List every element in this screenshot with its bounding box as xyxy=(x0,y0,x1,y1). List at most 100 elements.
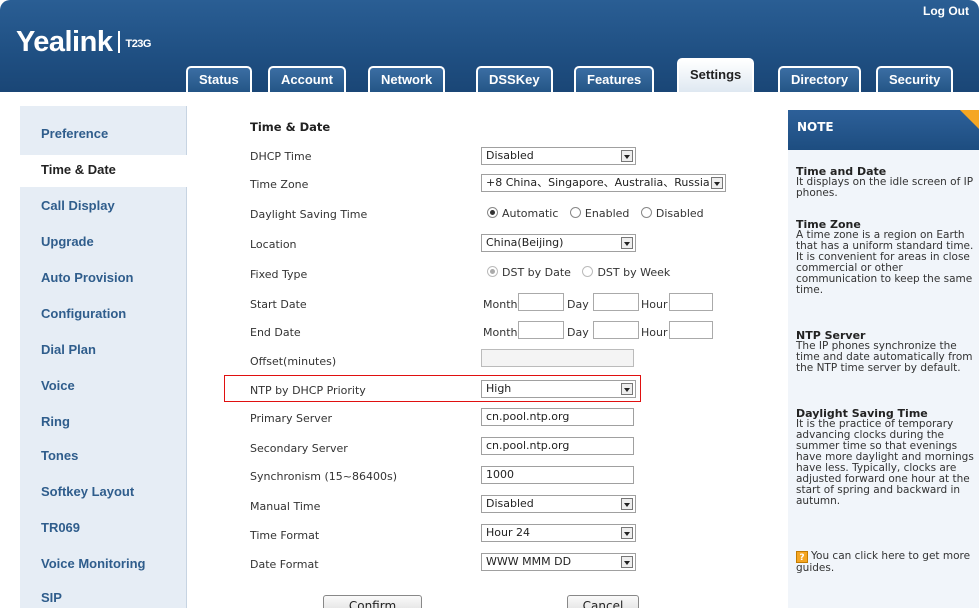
dst-enabled-radio[interactable] xyxy=(569,207,581,218)
start-month-input[interactable] xyxy=(518,293,564,311)
label-ntp-priority: NTP by DHCP Priority xyxy=(250,384,366,397)
note-text-ntp-server: The IP phones synchronize the time and d… xyxy=(796,340,973,374)
sidebar-item-softkey-layout[interactable]: Softkey Layout xyxy=(41,484,134,499)
label-time-zone: Time Zone xyxy=(250,178,309,191)
tab-features[interactable]: Features xyxy=(574,66,655,92)
dhcp-time-value: Disabled xyxy=(486,149,534,162)
dst-enabled-label: Enabled xyxy=(584,207,630,220)
sidebar-item-call-display[interactable]: Call Display xyxy=(41,198,115,213)
note-guide-link[interactable]: ? You can click here to get more guides. xyxy=(796,551,976,574)
manual-time-select[interactable]: Disabled xyxy=(481,495,636,513)
tab-settings[interactable]: Settings xyxy=(677,58,755,92)
dropdown-arrow-icon xyxy=(621,150,633,162)
note-text-time-zone: A time zone is a region on Earth that ha… xyxy=(796,229,974,296)
ntp-priority-select[interactable]: High xyxy=(481,380,636,398)
sidebar-item-voice[interactable]: Voice xyxy=(41,378,75,393)
label-location: Location xyxy=(250,238,297,251)
logout-link[interactable]: Log Out xyxy=(923,4,969,18)
start-hour-label: Hour xyxy=(641,298,668,311)
secondary-server-input[interactable]: cn.pool.ntp.org xyxy=(481,437,634,455)
sidebar-item-preference[interactable]: Preference xyxy=(41,126,108,141)
yealink-logo: Yealink T23G xyxy=(16,26,151,59)
ntp-priority-value: High xyxy=(486,382,512,395)
primary-server-input[interactable]: cn.pool.ntp.org xyxy=(481,408,634,426)
dhcp-time-select[interactable]: Disabled xyxy=(481,147,636,165)
label-dhcp-time: DHCP Time xyxy=(250,150,312,163)
offset-input[interactable] xyxy=(481,349,634,367)
synchronism-input[interactable]: 1000 xyxy=(481,466,634,484)
dst-disabled-radio[interactable] xyxy=(640,207,652,218)
label-start-date: Start Date xyxy=(250,298,307,311)
model-name: T23G xyxy=(125,38,151,50)
time-format-value: Hour 24 xyxy=(486,526,530,539)
sidebar-item-tones[interactable]: Tones xyxy=(41,448,78,463)
time-zone-value: +8 China、Singapore、Australia、Russia xyxy=(486,176,710,189)
start-month-label: Month xyxy=(483,298,518,311)
end-month-label: Month xyxy=(483,326,518,339)
dropdown-arrow-icon xyxy=(621,237,633,249)
start-hour-input[interactable] xyxy=(669,293,713,311)
label-date-format: Date Format xyxy=(250,558,319,571)
sidebar-item-sip[interactable]: SIP xyxy=(41,590,62,605)
dropdown-arrow-icon xyxy=(711,177,723,189)
tab-status[interactable]: Status xyxy=(186,66,252,92)
label-fixed-type: Fixed Type xyxy=(250,268,308,281)
end-month-input[interactable] xyxy=(518,321,564,339)
dst-by-date-label: DST by Date xyxy=(502,266,571,279)
dst-by-week-radio[interactable] xyxy=(582,266,594,277)
manual-time-value: Disabled xyxy=(486,497,534,510)
dst-automatic-radio[interactable] xyxy=(487,207,498,218)
label-offset: Offset(minutes) xyxy=(250,355,337,368)
time-format-select[interactable]: Hour 24 xyxy=(481,524,636,542)
dropdown-arrow-icon xyxy=(621,527,633,539)
sidebar-item-configuration[interactable]: Configuration xyxy=(41,306,126,321)
sidebar-item-dial-plan[interactable]: Dial Plan xyxy=(41,342,96,357)
end-day-input[interactable] xyxy=(593,321,639,339)
label-secondary-server: Secondary Server xyxy=(250,442,348,455)
brand-name: Yealink xyxy=(16,26,113,58)
note-text-time-date: It displays on the idle screen of IP pho… xyxy=(796,176,974,199)
dst-automatic-label: Automatic xyxy=(502,207,559,220)
date-format-select[interactable]: WWW MMM DD xyxy=(481,553,636,571)
location-value: China(Beijing) xyxy=(486,236,564,249)
end-day-label: Day xyxy=(567,326,589,339)
location-select[interactable]: China(Beijing) xyxy=(481,234,636,252)
dst-disabled-label: Disabled xyxy=(655,207,704,220)
label-manual-time: Manual Time xyxy=(250,500,321,513)
sidebar-item-voice-monitoring[interactable]: Voice Monitoring xyxy=(41,556,145,571)
label-time-format: Time Format xyxy=(250,529,320,542)
tab-directory[interactable]: Directory xyxy=(778,66,862,92)
dst-by-date-radio[interactable] xyxy=(487,266,498,277)
date-format-value: WWW MMM DD xyxy=(486,555,572,568)
label-primary-server: Primary Server xyxy=(250,412,333,425)
sidebar-item-auto-provision[interactable]: Auto Provision xyxy=(41,270,133,285)
sidebar-item-ring[interactable]: Ring xyxy=(41,414,70,429)
start-day-label: Day xyxy=(567,298,589,311)
dropdown-arrow-icon xyxy=(621,383,633,395)
section-title: Time & Date xyxy=(250,120,331,134)
dropdown-arrow-icon xyxy=(621,556,633,568)
label-end-date: End Date xyxy=(250,326,301,339)
dst-radio-group: Automatic Enabled Disabled xyxy=(487,207,704,220)
note-guide-text: You can click here to get more guides. xyxy=(796,550,971,574)
dst-by-week-label: DST by Week xyxy=(597,266,671,279)
end-hour-label: Hour xyxy=(641,326,668,339)
confirm-button[interactable]: Confirm xyxy=(323,595,422,608)
note-title: NOTE xyxy=(797,120,834,134)
tab-dsskey[interactable]: DSSKey xyxy=(476,66,553,92)
logo-separator xyxy=(118,31,121,53)
note-text-dst: It is the practice of temporary advancin… xyxy=(796,418,974,507)
start-day-input[interactable] xyxy=(593,293,639,311)
tab-security[interactable]: Security xyxy=(876,66,954,92)
sidebar-item-upgrade[interactable]: Upgrade xyxy=(41,234,94,249)
sidebar-item-tr069[interactable]: TR069 xyxy=(41,520,80,535)
sidebar-item-time-date[interactable]: Time & Date xyxy=(41,162,116,177)
label-dst: Daylight Saving Time xyxy=(250,208,368,221)
fixed-type-radio-group: DST by Date DST by Week xyxy=(487,266,670,279)
tab-account[interactable]: Account xyxy=(268,66,346,92)
dropdown-arrow-icon xyxy=(621,498,633,510)
end-hour-input[interactable] xyxy=(669,321,713,339)
tab-network[interactable]: Network xyxy=(368,66,446,92)
cancel-button[interactable]: Cancel xyxy=(567,595,639,608)
time-zone-select[interactable]: +8 China、Singapore、Australia、Russia xyxy=(481,174,726,192)
